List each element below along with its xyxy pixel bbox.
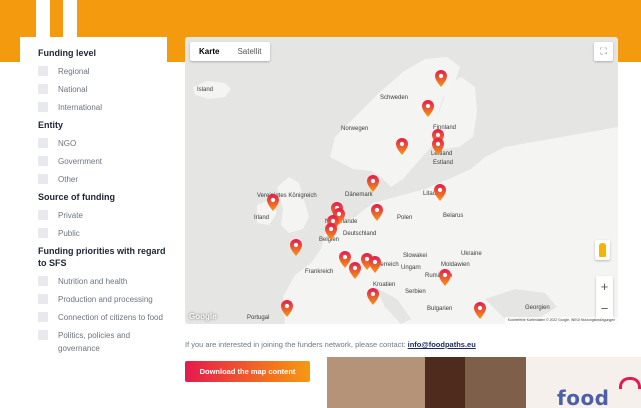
label-belgien: Belgien: [319, 237, 339, 243]
priorities-title: Funding priorities with regard to SFS: [38, 246, 166, 268]
zoom-control: + −: [596, 276, 613, 320]
label-ukraine: Ukraine: [461, 251, 482, 257]
checkbox[interactable]: [38, 312, 48, 322]
label-vk: Vereinigtes Königreich: [257, 193, 317, 199]
funders-map[interactable]: Island Schweden Finnland Norwegen Estlan…: [185, 37, 618, 324]
checkbox[interactable]: [38, 210, 48, 220]
label-belarus: Belarus: [443, 213, 463, 219]
checkbox[interactable]: [38, 138, 48, 148]
label-kroatien: Kroatien: [373, 282, 395, 288]
label-frankreich: Frankreich: [305, 269, 333, 275]
street-view-pegman-icon[interactable]: [595, 240, 610, 260]
map-attribution[interactable]: Kurzbefehle Kartendaten © 2022 Google, I…: [504, 317, 618, 324]
map-canvas[interactable]: Island Schweden Finnland Norwegen Estlan…: [185, 37, 618, 324]
label-daenemark: Dänemark: [345, 192, 374, 198]
filter-option-government[interactable]: Government: [38, 155, 167, 168]
label-georgien: Georgien: [525, 305, 550, 311]
checkbox[interactable]: [38, 84, 48, 94]
label-lettland: Lettland: [431, 151, 452, 157]
filter-option-other[interactable]: Other: [38, 173, 167, 186]
filter-option-private[interactable]: Private: [38, 209, 167, 222]
source-title: Source of funding: [38, 192, 115, 202]
fullscreen-button[interactable]: ⛶: [594, 42, 613, 61]
checkbox[interactable]: [38, 102, 48, 112]
logo-bar-right: [63, 0, 77, 38]
checkbox[interactable]: [38, 156, 48, 166]
contact-email-link[interactable]: info@foodpaths.eu: [408, 340, 476, 349]
label-schweden: Schweden: [380, 95, 408, 101]
label-moldawien: Moldawien: [441, 262, 470, 268]
label-deutschland: Deutschland: [343, 231, 376, 237]
funding-level-title: Funding level: [38, 48, 97, 58]
page: Funding level Regional National Internat…: [0, 0, 641, 408]
tab-satellite[interactable]: Satellit: [228, 42, 270, 61]
filter-option-ngo[interactable]: NGO: [38, 137, 167, 150]
logo-ribbon: [619, 377, 641, 389]
filter-sidebar: Funding level Regional National Internat…: [20, 37, 167, 408]
filter-option-politics[interactable]: Politics, policies and governance: [38, 329, 167, 355]
zoom-in-button[interactable]: +: [596, 276, 613, 298]
checkbox[interactable]: [38, 66, 48, 76]
checkbox[interactable]: [38, 228, 48, 238]
label-estland: Estland: [433, 160, 453, 166]
label-slowakei: Slowakei: [403, 253, 427, 259]
checkbox[interactable]: [38, 276, 48, 286]
checkbox[interactable]: [38, 330, 48, 340]
tab-map[interactable]: Karte: [190, 42, 228, 61]
pegman-figure: [599, 243, 606, 257]
label-polen: Polen: [397, 215, 412, 221]
label-island: Island: [197, 87, 213, 93]
label-serbien: Serbien: [405, 289, 426, 295]
filter-option-international[interactable]: International: [38, 101, 167, 114]
filter-option-connection[interactable]: Connection of citizens to food: [38, 311, 167, 324]
label-norwegen: Norwegen: [341, 126, 368, 132]
label-bulgarien: Bulgarien: [427, 306, 452, 312]
download-map-button[interactable]: Download the map content: [185, 361, 310, 382]
checkbox[interactable]: [38, 294, 48, 304]
foodpaths-logo: food: [557, 386, 610, 408]
logo-bar-left: [36, 0, 50, 38]
label-irland: Irland: [254, 215, 269, 221]
event-photo: food: [327, 357, 641, 408]
entity-title: Entity: [38, 120, 64, 130]
label-ungarn: Ungarn: [401, 265, 421, 271]
checkbox[interactable]: [38, 174, 48, 184]
map-type-control: Karte Satellit: [190, 42, 271, 61]
filter-option-regional[interactable]: Regional: [38, 65, 167, 78]
photo-door: [425, 357, 465, 408]
filter-option-production[interactable]: Production and processing: [38, 293, 167, 306]
google-logo[interactable]: Google: [189, 312, 217, 321]
contact-text: If you are interested in joining the fun…: [185, 340, 476, 349]
label-portugal: Portugal: [247, 315, 269, 321]
filter-option-nutrition[interactable]: Nutrition and health: [38, 275, 167, 288]
filter-option-national[interactable]: National: [38, 83, 167, 96]
filter-option-public[interactable]: Public: [38, 227, 167, 240]
